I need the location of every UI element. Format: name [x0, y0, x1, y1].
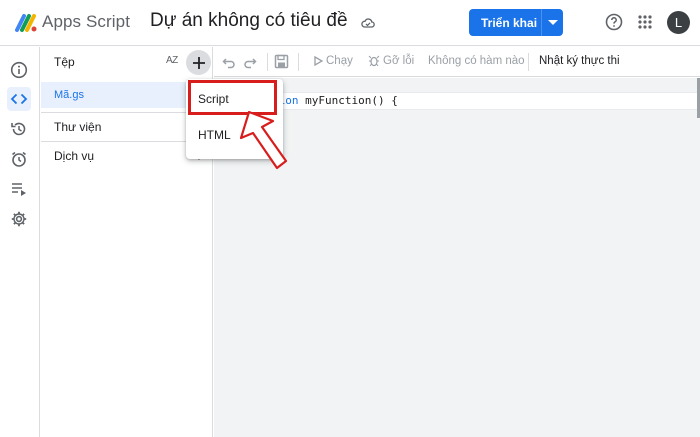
editor-toolbar: Chạy Gỡ lỗi Không có hàm nào Nhật ký thự…	[214, 47, 700, 77]
toolbar-divider	[528, 53, 529, 71]
app-header: Apps Script Dự án không có tiêu đề Triển…	[0, 0, 700, 46]
function-select-value: Không có hàm nào	[428, 55, 525, 67]
code-line-1[interactable]: tion myFunction() {	[272, 94, 398, 107]
project-title[interactable]: Dự án không có tiêu đề	[150, 10, 348, 32]
apps-script-logo-icon[interactable]	[14, 12, 38, 34]
play-icon	[314, 56, 323, 66]
editor-icon[interactable]	[7, 87, 31, 111]
files-title: Tệp	[54, 55, 75, 69]
function-select[interactable]: Không có hàm nào	[428, 55, 525, 67]
run-button[interactable]: Chạy	[314, 55, 353, 67]
avatar[interactable]: L	[667, 11, 690, 34]
redo-icon[interactable]	[243, 55, 257, 69]
triggers-icon[interactable]	[7, 147, 31, 171]
deploy-button[interactable]: Triển khai	[469, 9, 563, 36]
left-rail	[0, 47, 40, 437]
sort-az-icon[interactable]: AZ	[166, 55, 178, 66]
section-services-label: Dịch vụ	[54, 149, 95, 163]
debug-button-label: Gỡ lỗi	[383, 55, 415, 67]
deploy-button-label: Triển khai	[481, 15, 538, 30]
chevron-down-icon[interactable]	[541, 9, 563, 36]
code-text: myFunction() {	[298, 94, 398, 107]
add-file-button[interactable]	[186, 50, 211, 75]
toolbar-divider	[267, 53, 268, 71]
plus-icon	[192, 56, 205, 69]
settings-gear-icon[interactable]	[7, 207, 31, 231]
debug-button[interactable]: Gỡ lỗi	[368, 55, 414, 67]
section-libraries-label: Thư viện	[54, 120, 102, 134]
history-icon[interactable]	[7, 117, 31, 141]
save-icon[interactable]	[274, 54, 289, 69]
file-item-label: Mã.gs	[54, 89, 84, 101]
run-button-label: Chạy	[326, 55, 353, 67]
undo-icon[interactable]	[222, 55, 236, 69]
app-name[interactable]: Apps Script	[42, 12, 130, 32]
annotation-arrow-icon	[240, 110, 288, 170]
google-apps-icon[interactable]	[637, 14, 653, 30]
menu-item-html-label: HTML	[198, 128, 231, 142]
toolbar-divider	[298, 53, 299, 71]
debug-icon	[368, 55, 380, 67]
execution-log-label: Nhật ký thực thi	[539, 55, 620, 67]
files-header: Tệp AZ	[41, 47, 213, 77]
cloud-saved-icon	[361, 18, 375, 28]
execution-log-button[interactable]: Nhật ký thực thi	[539, 55, 620, 67]
help-icon[interactable]	[605, 13, 623, 31]
executions-icon[interactable]	[7, 177, 31, 201]
overview-icon[interactable]	[7, 58, 31, 82]
